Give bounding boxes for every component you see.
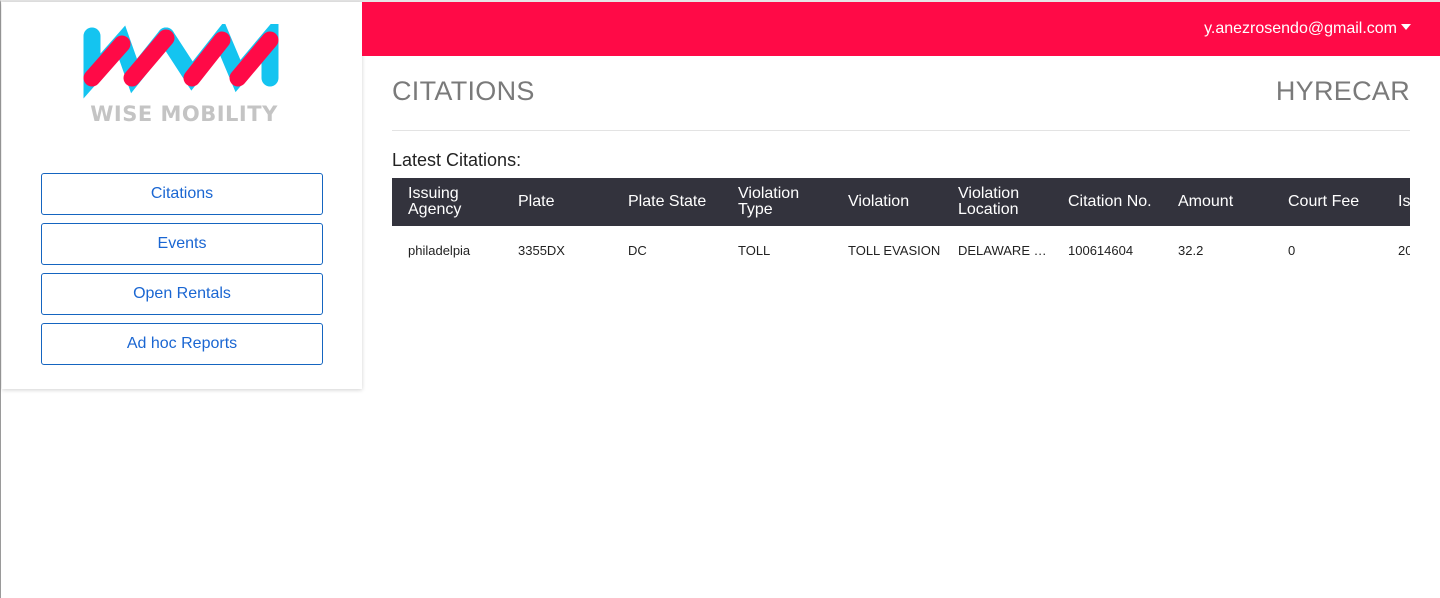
column-header-violation-type[interactable]: Violation Type xyxy=(722,178,832,226)
user-email: y.anezrosendo@gmail.com xyxy=(1204,20,1397,37)
table-cell: 32.2 xyxy=(1178,242,1204,258)
column-header-plate[interactable]: Plate xyxy=(502,178,612,226)
sidebar-item-open-rentals[interactable]: Open Rentals xyxy=(41,273,323,315)
column-header-court-fee[interactable]: Court Fee xyxy=(1272,178,1382,226)
table-row[interactable]: philadelpia 3355DX DC TOLL TOLL EVASION … xyxy=(392,226,1410,274)
sidebar-item-ad-hoc-reports[interactable]: Ad hoc Reports xyxy=(41,323,323,365)
table-cell: DELAWARE RI... xyxy=(958,242,1052,258)
table-header-row: Issuing Agency Plate Plate State Violati… xyxy=(392,178,1410,226)
caret-down-icon xyxy=(1401,24,1411,30)
table-cell: 3355DX xyxy=(518,242,565,258)
column-header-amount[interactable]: Amount xyxy=(1162,178,1272,226)
sidebar-nav: Citations Events Open Rentals Ad hoc Rep… xyxy=(41,173,323,373)
sidebar-item-events[interactable]: Events xyxy=(41,223,323,265)
main-content: CITATIONS HYRECAR Latest Citations: Issu… xyxy=(392,56,1410,258)
wise-mobility-logo: WISE MOBILITY xyxy=(82,14,286,134)
citations-table: Issuing Agency Plate Plate State Violati… xyxy=(392,178,1410,274)
section-title: Latest Citations: xyxy=(392,150,522,170)
table-cell: 0 xyxy=(1288,242,1296,258)
column-header-violation-location[interactable]: Violation Location xyxy=(942,178,1052,226)
column-header-citation-no[interactable]: Citation No. xyxy=(1052,178,1162,226)
table-cell: philadelpia xyxy=(408,242,471,258)
table-cell: TOLL xyxy=(738,242,771,258)
user-menu-dropdown[interactable]: y.anezrosendo@gmail.com xyxy=(1204,20,1411,38)
sidebar-item-citations[interactable]: Citations xyxy=(41,173,323,215)
citations-table-container[interactable]: Issuing Agency Plate Plate State Violati… xyxy=(392,178,1410,274)
table-cell: 100614604 xyxy=(1068,242,1134,258)
column-header-plate-state[interactable]: Plate State xyxy=(612,178,722,226)
column-header-issuing-agency[interactable]: Issuing Agency xyxy=(392,178,502,226)
page: WISE MOBILITY Citations Events Open Rent… xyxy=(0,0,1440,598)
company-name: HYRECAR xyxy=(1275,76,1410,106)
table-cell: TOLL EVASION xyxy=(848,242,941,258)
logo-wordmark: WISE MOBILITY xyxy=(90,102,278,126)
table-cell: 2019 xyxy=(1398,242,1410,258)
sidebar: WISE MOBILITY Citations Events Open Rent… xyxy=(2,2,362,389)
column-header-issue[interactable]: Issue xyxy=(1382,178,1410,226)
page-header: CITATIONS HYRECAR xyxy=(392,56,1410,131)
page-title: CITATIONS xyxy=(392,76,535,106)
table-cell: DC xyxy=(628,242,647,258)
top-bar: y.anezrosendo@gmail.com xyxy=(362,2,1440,56)
logo-mark-icon xyxy=(83,14,279,99)
column-header-violation[interactable]: Violation xyxy=(832,178,942,226)
